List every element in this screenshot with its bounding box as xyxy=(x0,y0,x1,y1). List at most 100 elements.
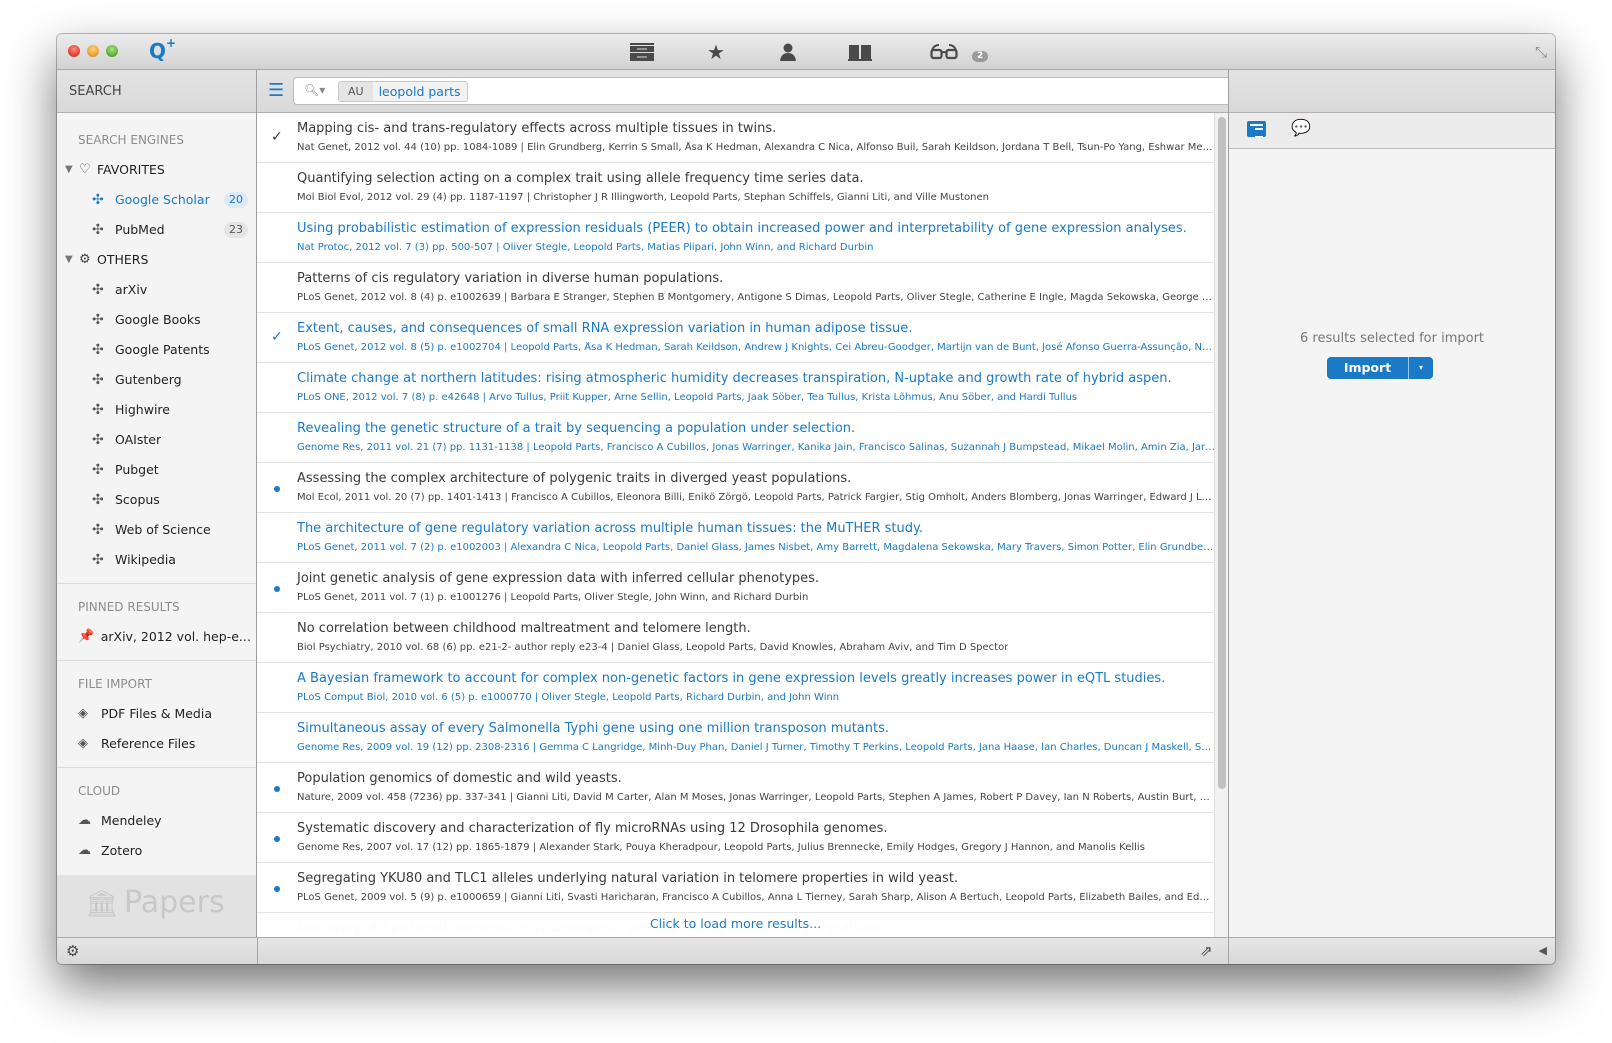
new-search-button[interactable]: Q+ xyxy=(149,36,177,63)
result-title: Revealing the genetic structure of a tra… xyxy=(297,421,856,436)
results-list: ✓ Mapping cis- and trans-regulatory effec… xyxy=(257,113,1214,937)
search-engine-icon: ✣ xyxy=(92,402,104,418)
search-engine-icon: ✣ xyxy=(92,372,104,388)
result-row[interactable]: Assessing the complex architecture of po… xyxy=(257,463,1214,513)
result-title: Extent, causes, and consequences of smal… xyxy=(297,321,913,336)
result-row[interactable]: Joint genetic analysis of gene expressio… xyxy=(257,563,1214,613)
result-meta: PLoS Genet, 2012 vol. 8 (5) p. e1002704 … xyxy=(297,342,1214,353)
collapse-inspector-icon[interactable]: ◀ xyxy=(1539,944,1547,957)
fullscreen-icon[interactable]: ⤡ xyxy=(1535,43,1547,61)
sidebar-item-label: Wikipedia xyxy=(115,552,176,567)
share-icon[interactable]: ⇗ xyxy=(1200,942,1213,960)
sidebar-item-mendeley[interactable]: ☁ Mendeley xyxy=(57,806,256,836)
group-favorites[interactable]: ▼ ♡ FAVORITES xyxy=(57,155,256,185)
bank-icon: 🏛 xyxy=(85,889,119,919)
sidebar-item-zotero[interactable]: ☁ Zotero xyxy=(57,836,256,866)
reading-list-button[interactable] xyxy=(930,41,958,63)
favorites-button[interactable]: ★ xyxy=(702,40,730,64)
zoom-window-button[interactable] xyxy=(106,45,118,57)
checkmark-icon: ✓ xyxy=(271,329,283,345)
scroll-thumb[interactable] xyxy=(1218,117,1226,789)
result-row[interactable]: Population genomics of domestic and wild… xyxy=(257,763,1214,813)
search-engine-icon: ✣ xyxy=(92,432,104,448)
sidebar-item-web-of-science[interactable]: ✣ Web of Science xyxy=(57,515,256,545)
result-count-badge: 20 xyxy=(224,192,248,208)
sidebar-item-reference-files[interactable]: ◈ Reference Files xyxy=(57,729,256,759)
sidebar-item-label: Google Patents xyxy=(115,342,210,357)
sidebar-item-pubget[interactable]: ✣ Pubget xyxy=(57,455,256,485)
sidebar-item-google-patents[interactable]: ✣ Google Patents xyxy=(57,335,256,365)
results-scrollbar[interactable] xyxy=(1214,113,1228,937)
unread-dot-icon xyxy=(274,486,280,492)
result-row[interactable]: Climate change at northern latitudes: ri… xyxy=(257,363,1214,413)
result-meta: Nat Genet, 2012 vol. 44 (10) pp. 1084-10… xyxy=(297,142,1214,153)
result-meta: Nature, 2009 vol. 458 (7236) pp. 337-341… xyxy=(297,792,1214,803)
book-icon xyxy=(848,45,872,61)
library-button[interactable] xyxy=(628,41,656,63)
info-tab-icon[interactable] xyxy=(1247,121,1266,138)
sidebar-header: SEARCH xyxy=(57,70,256,113)
settings-gear-icon[interactable]: ⚙ xyxy=(66,942,79,960)
star-icon: ★ xyxy=(707,40,725,64)
result-row[interactable]: ✓ Extent, causes, and consequences of sma… xyxy=(257,313,1214,363)
result-row[interactable]: Patterns of cis regulatory variation in … xyxy=(257,263,1214,313)
result-title: Joint genetic analysis of gene expressio… xyxy=(297,571,820,586)
minimize-window-button[interactable] xyxy=(87,45,99,57)
menu-button[interactable]: ☰ xyxy=(268,82,284,100)
sidebar-item-google-scholar[interactable]: ✣ Google Scholar 20 xyxy=(57,185,256,215)
person-icon xyxy=(780,43,796,61)
search-plus-icon: Q+ xyxy=(149,36,177,63)
sidebar-item-gutenberg[interactable]: ✣ Gutenberg xyxy=(57,365,256,395)
result-row[interactable]: A Bayesian framework to account for comp… xyxy=(257,663,1214,713)
disclosure-triangle-icon[interactable]: ▼ xyxy=(65,245,79,275)
result-row[interactable]: The architecture of gene regulatory vari… xyxy=(257,513,1214,563)
notes-tab-icon[interactable]: 💬 xyxy=(1291,118,1311,137)
sidebar-item-wikipedia[interactable]: ✣ Wikipedia xyxy=(57,545,256,575)
pinned-result-item[interactable]: 📌 arXiv, 2012 vol. hep-ex... xyxy=(57,622,256,652)
divider xyxy=(257,938,258,964)
inspector-pane: 💬 6 results selected for import Import ▾ xyxy=(1228,70,1555,937)
sidebar-item-scopus[interactable]: ✣ Scopus xyxy=(57,485,256,515)
search-input[interactable]: 🔍︎▾ AU leopold parts × xyxy=(293,77,1375,105)
sidebar-item-pdf-files[interactable]: ◈ PDF Files & Media xyxy=(57,699,256,729)
result-meta: PLoS Genet, 2011 vol. 7 (2) p. e1002003 … xyxy=(297,542,1214,553)
result-title: Climate change at northern latitudes: ri… xyxy=(297,371,1172,386)
result-title: Patterns of cis regulatory variation in … xyxy=(297,271,724,286)
sidebar-item-highwire[interactable]: ✣ Highwire xyxy=(57,395,256,425)
result-row[interactable]: ✓ Mapping cis- and trans-regulatory effec… xyxy=(257,113,1214,163)
selection-status: 6 results selected for import xyxy=(1299,331,1485,346)
result-row[interactable]: Segregating YKU80 and TLC1 alleles under… xyxy=(257,863,1214,913)
search-token[interactable]: AU leopold parts xyxy=(338,81,468,102)
sidebar-item-label: arXiv xyxy=(115,282,148,297)
import-dropdown-button[interactable]: ▾ xyxy=(1409,357,1433,379)
sidebar-item-label: Mendeley xyxy=(101,813,162,828)
sidebar-item-arxiv[interactable]: ✣ arXiv xyxy=(57,275,256,305)
result-title: No correlation between childhood maltrea… xyxy=(297,621,751,636)
result-row[interactable]: Revealing the genetic structure of a tra… xyxy=(257,413,1214,463)
result-row[interactable]: Systematic discovery and characterizatio… xyxy=(257,813,1214,863)
search-engine-icon: ✣ xyxy=(92,552,104,568)
result-meta: PLoS Comput Biol, 2010 vol. 6 (5) p. e10… xyxy=(297,692,840,703)
load-more-link[interactable]: Click to load more results... xyxy=(257,911,1214,937)
result-row[interactable]: Simultaneous assay of every Salmonella T… xyxy=(257,713,1214,763)
sidebar-item-label: arXiv, 2012 vol. hep-ex... xyxy=(100,629,256,644)
sidebar-item-pubmed[interactable]: ✣ PubMed 23 xyxy=(57,215,256,245)
result-meta: PLoS Genet, 2012 vol. 8 (4) p. e1002639 … xyxy=(297,292,1214,303)
result-row[interactable]: Quantifying selection acting on a comple… xyxy=(257,163,1214,213)
disclosure-triangle-icon[interactable]: ▼ xyxy=(65,155,79,185)
close-window-button[interactable] xyxy=(68,45,80,57)
reader-button[interactable] xyxy=(846,41,874,63)
import-button[interactable]: Import xyxy=(1327,357,1409,379)
search-engine-icon: ✣ xyxy=(92,492,104,508)
result-row[interactable]: Using probabilistic estimation of expres… xyxy=(257,213,1214,263)
sidebar-item-oaister[interactable]: ✣ OAIster xyxy=(57,425,256,455)
search-options-icon[interactable]: 🔍︎▾ xyxy=(304,83,325,97)
result-meta: Genome Res, 2007 vol. 17 (12) pp. 1865-1… xyxy=(297,842,1145,853)
group-others[interactable]: ▼ ⚙ OTHERS xyxy=(57,245,256,275)
result-row[interactable]: No correlation between childhood maltrea… xyxy=(257,613,1214,663)
papers-logo: 🏛 Papers xyxy=(57,875,256,937)
authors-button[interactable] xyxy=(774,41,802,63)
sidebar-item-google-books[interactable]: ✣ Google Books xyxy=(57,305,256,335)
sidebar-item-label: Scopus xyxy=(115,492,160,507)
layers-icon: ◈ xyxy=(78,706,88,721)
